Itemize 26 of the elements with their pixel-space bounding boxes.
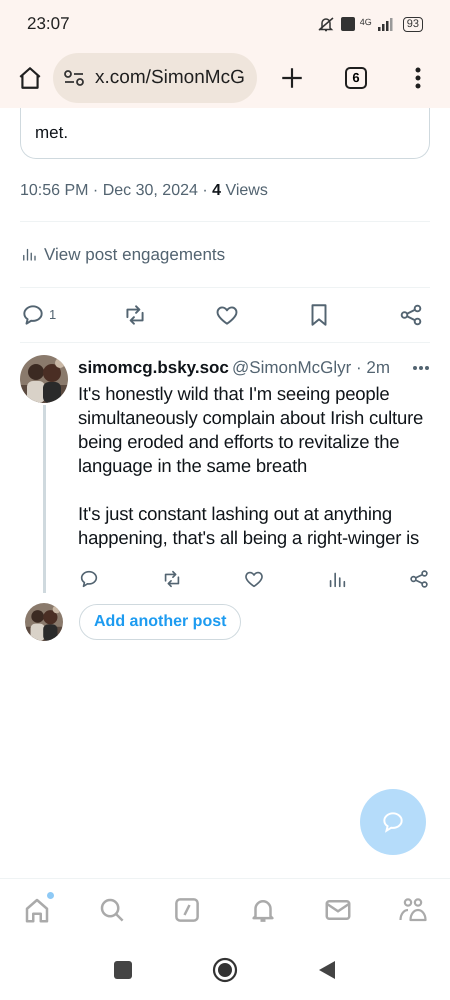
menu-icon[interactable] [415, 67, 421, 89]
quoted-post-text: met. [35, 122, 70, 144]
display-name[interactable]: simomcg.bsky.soc [78, 355, 230, 380]
back-button[interactable] [318, 960, 336, 980]
post-age: · 2m [356, 357, 390, 379]
quoted-post-card[interactable]: met. [20, 108, 430, 158]
recents-button[interactable] [114, 961, 132, 979]
status-time: 23:07 [27, 13, 70, 36]
post-text: It's honestly wild that I'm seeing people simultaneously complain about Irish culture being eroded and efforts to revitalize the language in the same breath [78, 382, 424, 478]
reply-count: 1 [49, 306, 56, 324]
muted-bell-icon [316, 16, 336, 32]
post-text: It's just constant lashing out at anything happening, that's all being a right-winger is [78, 502, 420, 550]
more-icon[interactable] [412, 364, 430, 371]
home-icon[interactable] [17, 65, 43, 91]
battery-indicator: 93 [402, 16, 423, 32]
url-field[interactable]: x.com/SimonMcG [53, 53, 257, 103]
site-settings-icon[interactable] [63, 70, 85, 86]
tab-count-button[interactable]: 6 [345, 67, 367, 89]
network-type: 4G [360, 18, 372, 27]
share-icon[interactable] [398, 302, 424, 328]
home-button[interactable] [212, 957, 238, 983]
share-icon[interactable] [408, 568, 430, 590]
engagements-link[interactable]: View post engagements [44, 242, 226, 267]
signal-icon [376, 17, 395, 31]
user-handle: @SimonMcGlyr [232, 357, 352, 379]
post-timestamp: 10:56 PM · Dec 30, 2024 · 4 Views [20, 182, 268, 198]
